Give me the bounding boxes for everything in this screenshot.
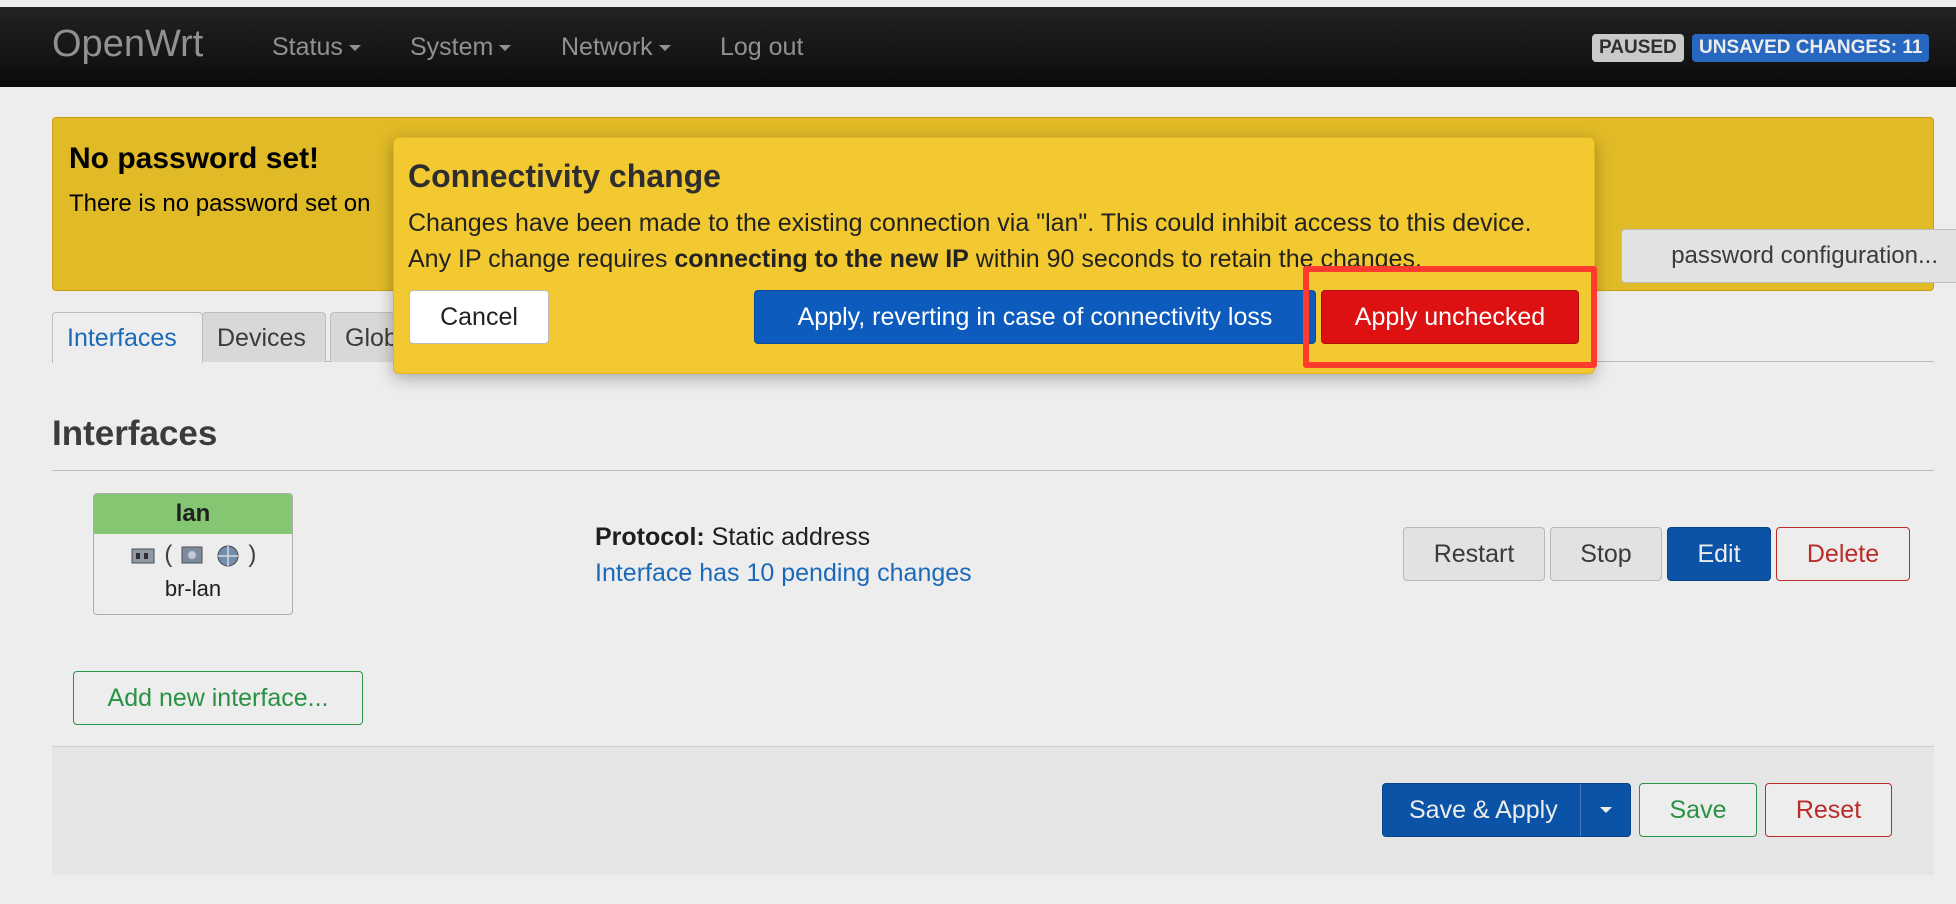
modal-message-1: Changes have been made to the existing c…: [408, 209, 1532, 237]
modal-message-2: Any IP change requires connecting to the…: [408, 245, 1422, 274]
cancel-button[interactable]: Cancel: [409, 290, 549, 344]
modal-message-2-post: within 90 seconds to retain the changes.: [968, 245, 1422, 273]
modal-title: Connectivity change: [408, 158, 721, 194]
connectivity-change-dialog: Connectivity change Changes have been ma…: [393, 137, 1595, 374]
apply-unchecked-button[interactable]: Apply unchecked: [1321, 290, 1579, 344]
modal-message-2-pre: Any IP change requires: [408, 245, 675, 273]
modal-message-2-bold: connecting to the new IP: [674, 245, 969, 273]
apply-revert-button[interactable]: Apply, reverting in case of connectivity…: [754, 290, 1316, 344]
modal-backdrop: [0, 0, 1956, 904]
